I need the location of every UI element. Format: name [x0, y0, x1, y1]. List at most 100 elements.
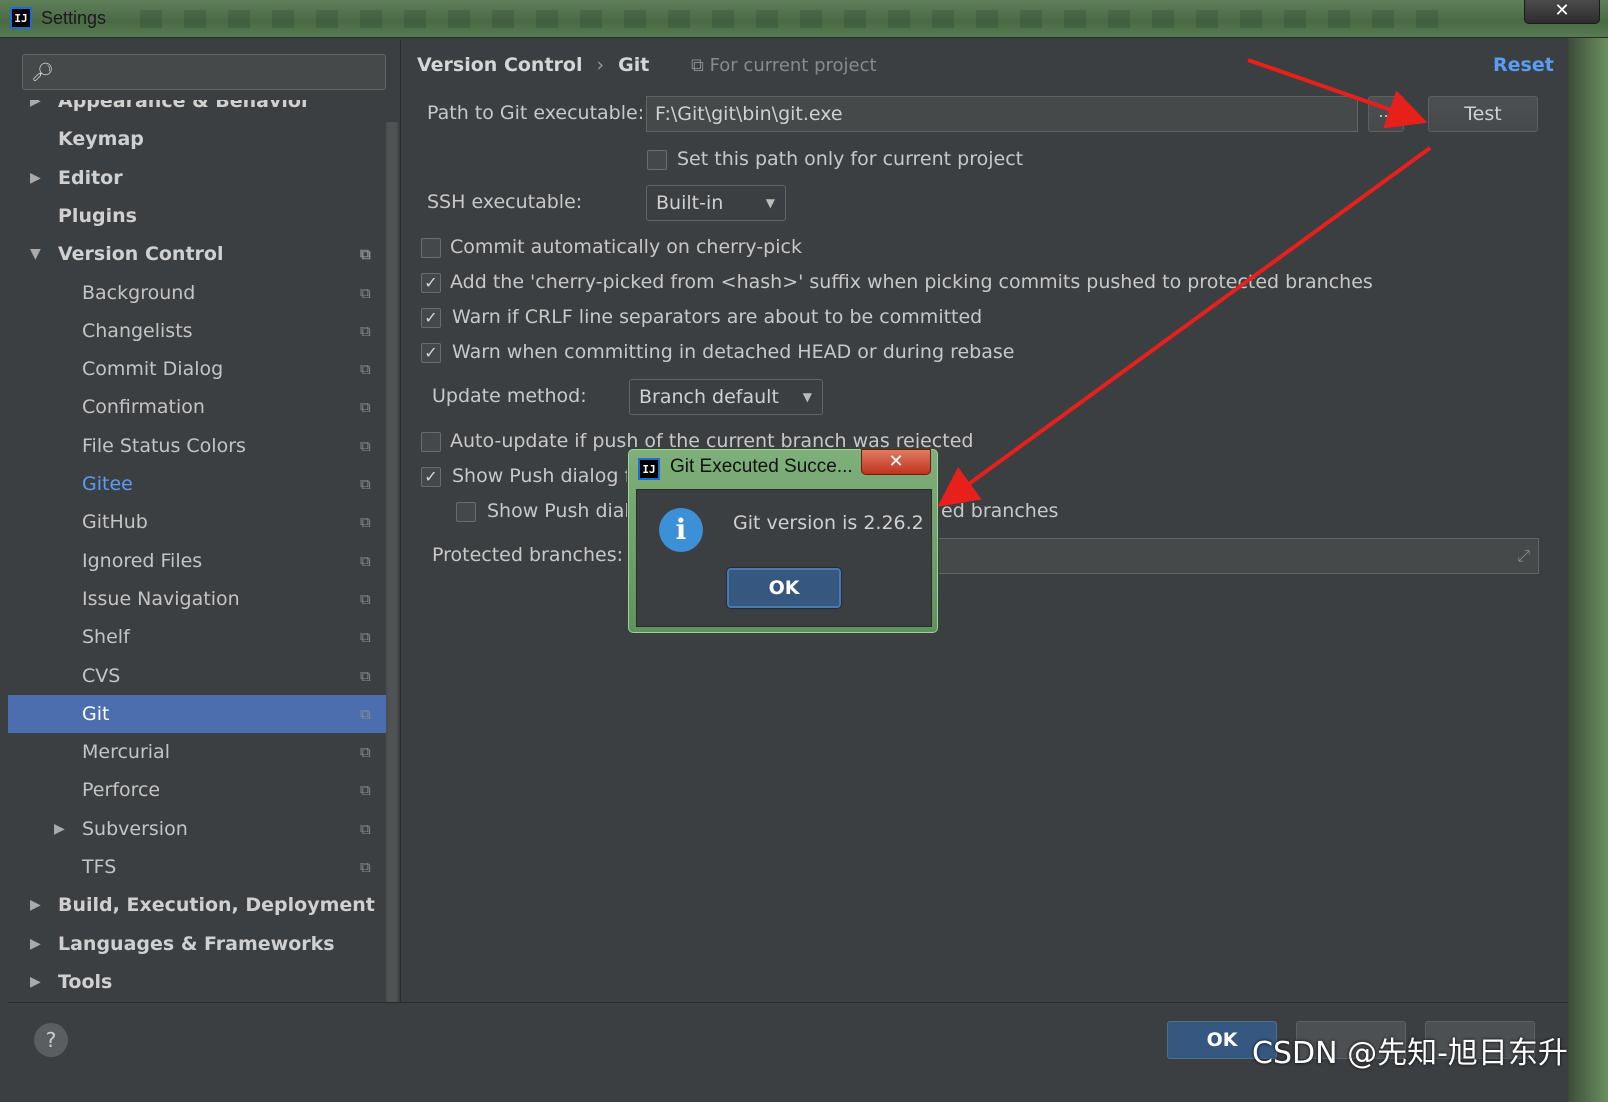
cherry-picked-suffix-label: Add the 'cherry-picked from <hash>' suff… [450, 271, 1373, 293]
triangle-right-icon[interactable]: ▶ [30, 886, 41, 924]
sidebar-item-shelf[interactable]: Shelf ⧉ [8, 618, 386, 656]
warn-crlf-checkbox[interactable]: ✓ [421, 308, 441, 328]
dialog-close-button[interactable]: ✕ [861, 449, 931, 475]
update-method-dropdown[interactable]: Branch default ▼ [629, 379, 823, 415]
warn-detached-head-checkbox[interactable]: ✓ [421, 343, 441, 363]
settings-search-input[interactable]: 🔎︎ [22, 54, 386, 90]
sidebar-item-label: Shelf [82, 626, 130, 649]
cherry-picked-suffix-checkbox[interactable]: ✓ [421, 273, 441, 293]
scrollbar-thumb[interactable] [388, 122, 396, 1002]
sidebar-item-label: Gitee [82, 473, 133, 495]
triangle-right-icon[interactable]: ▶ [30, 159, 41, 197]
sidebar-item-label: Plugins [58, 204, 137, 227]
triangle-right-icon[interactable]: ▶ [30, 925, 41, 963]
window-close-button[interactable]: ✕ [1524, 0, 1600, 24]
project-scope-icon: ⧉ [360, 398, 371, 417]
dialog-message: Git version is 2.26.2 [733, 512, 924, 534]
sidebar-item-github[interactable]: GitHub ⧉ [8, 503, 386, 541]
show-push-dialog-protected-label: Show Push dialo [487, 500, 642, 522]
intellij-logo-icon: IJ [638, 458, 660, 480]
sidebar-item-commit-dialog[interactable]: Commit Dialog ⧉ [8, 350, 386, 388]
sidebar-item-perforce[interactable]: Perforce ⧉ [8, 771, 386, 809]
ssh-executable-dropdown[interactable]: Built-in ▼ [646, 185, 786, 221]
protected-branches-label: Protected branches: [432, 544, 624, 566]
sidebar-item-languages-frameworks[interactable]: ▶ Languages & Frameworks [8, 925, 386, 963]
sidebar-item-build-execution-deployment[interactable]: ▶ Build, Execution, Deployment [8, 886, 386, 924]
commit-auto-cherry-pick-checkbox[interactable] [421, 238, 441, 258]
dialog-body: i Git version is 2.26.2 OK [636, 489, 932, 627]
project-scope-icon: ⧉ [360, 475, 371, 493]
show-push-dialog-protected-checkbox[interactable] [456, 502, 476, 522]
sidebar-item-issue-navigation[interactable]: Issue Navigation ⧉ [8, 580, 386, 618]
sidebar-item-label: Perforce [82, 779, 161, 802]
sidebar-item-plugins[interactable]: Plugins [8, 197, 386, 235]
sidebar-item-subversion[interactable]: ▶ Subversion ⧉ [8, 810, 386, 848]
breadcrumb-parent[interactable]: Version Control [417, 54, 582, 76]
sidebar-item-label: Git [82, 702, 110, 725]
sidebar-item-keymap[interactable]: Keymap [8, 120, 386, 158]
expand-icon[interactable]: ⤢ [1517, 539, 1530, 573]
test-button[interactable]: Test [1428, 96, 1538, 132]
chevron-down-icon: ▼ [765, 196, 775, 210]
sidebar-item-background[interactable]: Background ⧉ [8, 274, 386, 312]
reset-link[interactable]: Reset [1493, 54, 1554, 76]
sidebar-item-editor[interactable]: ▶ Editor [8, 159, 386, 197]
sidebar-item-label: Subversion [82, 817, 188, 840]
commit-auto-cherry-pick-label: Commit automatically on cherry-pick [450, 236, 802, 258]
sidebar-item-cvs[interactable]: CVS ⧉ [8, 657, 386, 695]
sidebar-item-label: Issue Navigation [82, 587, 240, 610]
csdn-watermark: CSDN @先知-旭日东升 [1252, 1036, 1568, 1071]
project-scope-icon: ⧉ [360, 360, 371, 379]
sidebar-item-mercurial[interactable]: Mercurial ⧉ [8, 733, 386, 771]
sidebar-item-label: Commit Dialog [82, 358, 224, 381]
browse-button[interactable]: ... [1368, 96, 1404, 132]
triangle-right-icon[interactable]: ▶ [54, 810, 65, 848]
git-executed-dialog: IJ Git Executed Succe... ✕ i Git version… [627, 448, 939, 634]
project-scope-icon: ⧉ [360, 819, 371, 838]
sidebar-item-label: Languages & Frameworks [58, 932, 335, 955]
show-push-dialog-protected-label-tail: ed branches [941, 500, 1059, 522]
sidebar-item-label: Mercurial [82, 741, 170, 764]
window-title: Settings [41, 8, 107, 28]
breadcrumb: Version Control › Git [417, 54, 649, 76]
settings-tree: ▶ Appearance & Behavior Keymap ▶ Editor Plugi… [8, 100, 386, 1020]
sidebar-item-appearance-behavior[interactable]: ▶ Appearance & Behavior [8, 100, 386, 120]
sidebar-item-file-status-colors[interactable]: File Status Colors ⧉ [8, 427, 386, 465]
help-button[interactable]: ? [34, 1023, 68, 1057]
sidebar-item-git[interactable]: Git ⧉ [8, 694, 386, 733]
project-scope-icon: ⧉ [360, 283, 371, 302]
show-push-dialog-checkbox[interactable]: ✓ [421, 467, 441, 487]
sidebar-item-tfs[interactable]: TFS ⧉ [8, 848, 386, 886]
sidebar-item-tools[interactable]: ▶ Tools [8, 963, 386, 1001]
auto-update-checkbox[interactable] [421, 432, 441, 452]
sidebar-item-changelists[interactable]: Changelists ⧉ [8, 312, 386, 350]
sidebar-item-gitee[interactable]: Gitee ⧉ [8, 465, 386, 503]
sidebar-item-label: Version Control [58, 243, 224, 266]
project-scope-icon: ⧉ [360, 628, 371, 647]
project-scope-icon: ⧉ [360, 245, 371, 264]
sidebar-item-label: CVS [82, 664, 121, 687]
project-scope-icon: ⧉ [360, 666, 371, 685]
sidebar-item-label: Build, Execution, Deployment [58, 894, 375, 917]
ssh-executable-label: SSH executable: [427, 191, 583, 213]
project-scope-icon: ⧉ [360, 321, 371, 340]
desktop-background-edge [1568, 38, 1608, 1102]
project-scope-icon: ⧉ [360, 436, 371, 455]
set-path-only-checkbox[interactable] [647, 150, 667, 170]
sidebar-scrollbar[interactable] [386, 122, 398, 1002]
triangle-right-icon[interactable]: ▶ [30, 100, 41, 120]
triangle-down-icon[interactable]: ▼ [30, 235, 41, 273]
project-scope-icon: ⧉ [360, 589, 371, 608]
sidebar-item-confirmation[interactable]: Confirmation ⧉ [8, 388, 386, 426]
sidebar-item-label: GitHub [82, 511, 148, 534]
git-path-input[interactable]: F:\Git\git\bin\git.exe [646, 96, 1358, 132]
sidebar-item-label: Keymap [58, 128, 144, 151]
sidebar-item-label: Changelists [82, 319, 193, 342]
warn-detached-head-label: Warn when committing in detached HEAD or… [452, 341, 1015, 363]
dialog-ok-button[interactable]: OK [727, 568, 841, 608]
project-scope-icon: ⧉ [360, 513, 371, 532]
triangle-right-icon[interactable]: ▶ [30, 963, 41, 1001]
intellij-logo-icon: IJ [10, 7, 32, 29]
sidebar-item-version-control[interactable]: ▼ Version Control ⧉ [8, 235, 386, 273]
sidebar-item-ignored-files[interactable]: Ignored Files ⧉ [8, 542, 386, 580]
